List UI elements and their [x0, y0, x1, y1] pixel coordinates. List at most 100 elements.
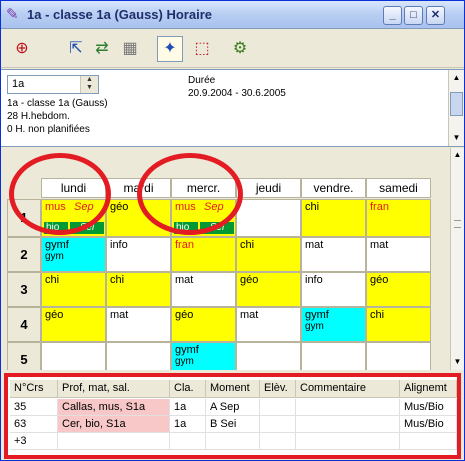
day-header-3[interactable]: jeudi — [236, 178, 301, 198]
period-header-3[interactable]: 3 — [7, 272, 41, 307]
lesson-cell[interactable]: fran — [366, 199, 431, 237]
lesson-cell[interactable]: géo — [236, 272, 301, 307]
period-header-4[interactable]: 4 — [7, 307, 41, 342]
class-spinner[interactable]: ▲ ▼ — [80, 76, 98, 93]
lesson-cell[interactable]: mus Sep bio Sei — [41, 199, 106, 237]
table-cell[interactable]: 1a — [170, 399, 206, 416]
empty-cell[interactable] — [41, 342, 106, 370]
table-cell[interactable] — [400, 433, 457, 450]
course-number-cell[interactable]: 63 — [10, 416, 58, 433]
swap-lessons-icon[interactable]: ⇄ — [89, 36, 115, 62]
grid-scroll-up-icon[interactable]: ▲ — [451, 148, 464, 162]
table-cell[interactable]: 1a — [170, 416, 206, 433]
lesson-cell[interactable]: chi — [366, 307, 431, 342]
lesson-cell[interactable]: mus Sep bio Sei — [171, 199, 236, 237]
table-cell[interactable]: A Sep — [206, 399, 260, 416]
timetable-scrollbar[interactable]: ▲ ▼ — [450, 148, 464, 370]
empty-cell[interactable] — [236, 342, 301, 370]
column-header[interactable]: Moment — [206, 380, 260, 398]
lesson-cell[interactable]: chi — [301, 199, 366, 237]
lesson-cell[interactable]: chi — [236, 237, 301, 272]
period-header-2[interactable]: 2 — [7, 237, 41, 272]
table-cell[interactable]: Cer, bio, S1a — [58, 416, 170, 433]
empty-cell[interactable] — [301, 342, 366, 370]
class-info-panel: 1a ▲ ▼ 1a - classe 1a (Gauss) 28 H.hebdom… — [1, 69, 464, 147]
close-button[interactable]: ✕ — [426, 6, 445, 25]
zoom-fit-icon[interactable]: ⊕ — [9, 36, 35, 62]
move-lessons-icon[interactable]: ⇱ — [63, 36, 89, 62]
title-bar[interactable]: ✎ 1a - classe 1a (Gauss) Horaire _ □ ✕ — [1, 1, 464, 29]
day-header-5[interactable]: samedi — [366, 178, 431, 198]
table-cell[interactable]: Mus/Bio — [400, 416, 457, 433]
scroll-up-icon[interactable]: ▲ — [449, 70, 464, 85]
table-cell[interactable] — [206, 433, 260, 450]
table-cell[interactable]: Mus/Bio — [400, 399, 457, 416]
lesson-subject: géo — [110, 201, 129, 213]
lesson-alignment-code: Sep — [204, 201, 224, 213]
lesson-cell[interactable]: mat — [171, 272, 236, 307]
table-cell[interactable] — [296, 399, 400, 416]
lesson-cell[interactable]: info — [301, 272, 366, 307]
column-header[interactable]: Elèv. — [260, 380, 296, 398]
empty-cell[interactable] — [236, 199, 301, 237]
scroll-thumb[interactable] — [450, 92, 463, 116]
lesson-cell[interactable]: chi — [41, 272, 106, 307]
lesson-cell[interactable]: géo — [106, 199, 171, 237]
lesson-cell[interactable]: géo — [366, 272, 431, 307]
table-cell[interactable] — [296, 416, 400, 433]
lesson-subject: mat — [175, 274, 194, 286]
empty-cell[interactable] — [106, 342, 171, 370]
day-header-1[interactable]: mardi — [106, 178, 171, 198]
optimize-icon[interactable]: ⚙ — [227, 36, 253, 62]
minimize-button[interactable]: _ — [383, 6, 402, 25]
period-header-1[interactable]: 1 — [7, 199, 41, 237]
lesson-cell[interactable]: mat — [366, 237, 431, 272]
scroll-grip-icon[interactable] — [454, 220, 461, 228]
column-header[interactable]: N°Crs — [10, 380, 58, 398]
day-header-2[interactable]: mercr. — [171, 178, 236, 198]
timetable-window: ✎ 1a - classe 1a (Gauss) Horaire _ □ ✕ ⊕… — [0, 0, 465, 461]
grid-view-icon[interactable]: ▦ — [117, 36, 143, 62]
lesson-settings-icon[interactable]: ✦ — [157, 36, 183, 62]
lesson-cell[interactable]: géo — [171, 307, 236, 342]
lesson-cell[interactable]: géo — [41, 307, 106, 342]
duration-label: Durée — [188, 75, 216, 86]
period-header-5[interactable]: 5 — [7, 342, 41, 370]
lesson-cell[interactable]: info — [106, 237, 171, 272]
info-scrollbar[interactable]: ▲ ▼ — [448, 70, 464, 146]
column-header[interactable]: Commentaire — [296, 380, 400, 398]
table-cell[interactable] — [58, 433, 170, 450]
grid-scroll-down-icon[interactable]: ▼ — [451, 355, 464, 369]
table-cell[interactable] — [170, 433, 206, 450]
toolbar: ⊕ ⇱ ⇄ ▦ ✦ ⬚ ⚙ — [1, 30, 464, 68]
lesson-subject: géo — [370, 274, 389, 286]
day-header-0[interactable]: lundi — [41, 178, 106, 198]
empty-cell[interactable] — [366, 342, 431, 370]
column-header[interactable]: Alignemt — [400, 380, 457, 398]
column-header[interactable]: Cla. — [170, 380, 206, 398]
lesson-cell[interactable]: fran — [171, 237, 236, 272]
table-cell[interactable] — [260, 416, 296, 433]
table-cell[interactable] — [260, 399, 296, 416]
lesson-cell[interactable]: gymf gym — [171, 342, 236, 370]
course-number-cell[interactable]: +3 — [10, 433, 58, 450]
course-number-cell[interactable]: 35 — [10, 399, 58, 416]
lesson-cell[interactable]: gymf gym — [301, 307, 366, 342]
lesson-subject: gymf — [305, 309, 329, 321]
table-cell[interactable] — [260, 433, 296, 450]
table-cell[interactable]: B Sei — [206, 416, 260, 433]
lesson-subject: chi — [110, 274, 125, 286]
lesson-cell[interactable]: gymf gym — [41, 237, 106, 272]
lesson-subject: géo — [240, 274, 259, 286]
assign-rooms-icon[interactable]: ⬚ — [189, 36, 215, 62]
column-header[interactable]: Prof, mat, sal. — [58, 380, 170, 398]
maximize-button[interactable]: □ — [404, 6, 423, 25]
table-cell[interactable]: Callas, mus, S1a — [58, 399, 170, 416]
day-header-4[interactable]: vendre. — [301, 178, 366, 198]
scroll-down-icon[interactable]: ▼ — [449, 130, 464, 145]
lesson-cell[interactable]: mat — [236, 307, 301, 342]
lesson-cell[interactable]: mat — [301, 237, 366, 272]
lesson-cell[interactable]: chi — [106, 272, 171, 307]
table-cell[interactable] — [296, 433, 400, 450]
lesson-cell[interactable]: mat — [106, 307, 171, 342]
